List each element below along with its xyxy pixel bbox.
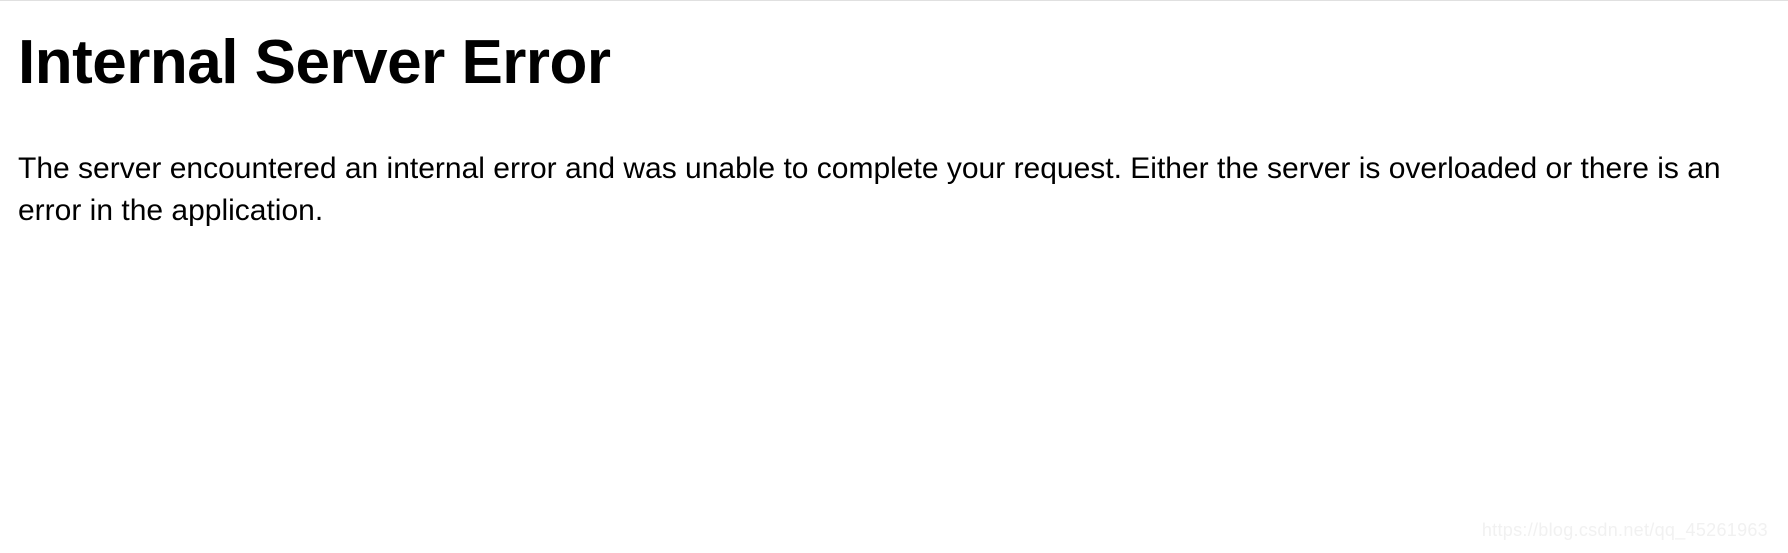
- error-title: Internal Server Error: [18, 27, 1770, 98]
- error-page: Internal Server Error The server encount…: [0, 1, 1788, 252]
- error-message: The server encountered an internal error…: [18, 148, 1758, 232]
- watermark-text: https://blog.csdn.net/qq_45261963: [1482, 520, 1768, 541]
